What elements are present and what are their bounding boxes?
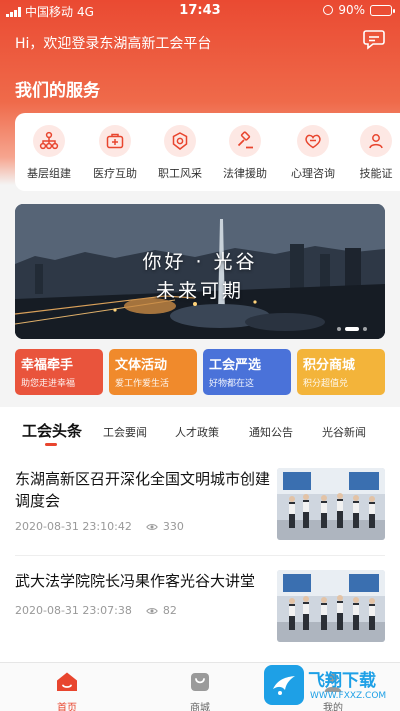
badge-icon — [172, 132, 188, 150]
news-thumbnail — [277, 468, 385, 540]
chat-bubble-icon[interactable] — [362, 28, 386, 50]
card-title: 工会严选 — [209, 358, 262, 373]
battery-icon — [370, 4, 395, 16]
card-union-picks[interactable]: 工会严选 好物都在这 — [203, 349, 291, 395]
bird-logo-icon — [273, 676, 295, 695]
tab-talent-policy[interactable]: 人才政策 — [175, 424, 219, 440]
card-title: 积分商城 — [303, 358, 356, 373]
news-meta: 2020-08-31 23:10:42 330 — [15, 520, 184, 533]
news-item[interactable]: 东湖高新区召开深化全国文明城市创建调度会 2020-08-31 23:10:42… — [15, 468, 385, 546]
news-thumbnail — [277, 570, 385, 642]
news-divider — [15, 555, 385, 556]
rotation-lock-icon — [323, 5, 334, 15]
nav-shop[interactable]: 商城 — [165, 671, 235, 711]
card-sports-activity[interactable]: 文体活动 爱工作爱生活 — [109, 349, 197, 395]
heart-icon — [305, 134, 321, 149]
feature-cards: 幸福牵手 助您走进幸福 文体活动 爱工作爱生活 工会严选 好物都在这 积分商城 … — [15, 349, 385, 395]
tab-optics-valley-news[interactable]: 光谷新闻 — [322, 424, 366, 440]
banner-line1: 你好 · 光谷 — [142, 251, 258, 273]
carousel-indicator — [337, 327, 367, 331]
services-title: 我们的服务 — [15, 81, 100, 101]
service-label: 心理咨询 — [291, 167, 335, 180]
carousel-dot[interactable] — [337, 327, 341, 331]
shop-bag-icon — [191, 673, 209, 691]
watermark: 飞翔下载 WWW.FXXZ.COM — [264, 662, 392, 711]
card-subtitle: 积分超值兑 — [303, 379, 349, 389]
welcome-text: Hi，欢迎登录东湖高新工会平台 — [15, 36, 212, 52]
news-tabs: 工会头条 工会要闻 人才政策 通知公告 光谷新闻 — [0, 420, 400, 448]
news-views: 82 — [162, 604, 177, 617]
service-counseling[interactable]: 心理咨询 — [281, 125, 345, 181]
news-meta: 2020-08-31 23:07:38 82 — [15, 604, 177, 617]
news-date: 2020-08-31 23:07:38 — [15, 604, 132, 617]
medical-kit-icon — [106, 133, 124, 149]
card-subtitle: 爱工作爱生活 — [115, 379, 170, 389]
card-title: 文体活动 — [115, 358, 168, 373]
status-bar: 中国移动 4G 17:43 90% — [0, 0, 400, 22]
nav-home[interactable]: 首页 — [32, 671, 102, 711]
card-happy-match[interactable]: 幸福牵手 助您走进幸福 — [15, 349, 103, 395]
news-title: 武大法学院院长冯果作客光谷大讲堂 — [15, 572, 256, 590]
service-label: 基层组建 — [27, 167, 71, 180]
org-tree-icon — [39, 131, 59, 150]
banner-carousel[interactable]: 你好 · 光谷 未来可期 — [15, 204, 385, 339]
service-label: 技能证 — [359, 167, 393, 180]
service-staff-style[interactable]: 职工风采 — [148, 125, 212, 181]
service-org-building[interactable]: 基层组建 — [17, 125, 81, 181]
service-skill-cert[interactable]: 技能证 — [344, 125, 400, 181]
carousel-dot[interactable] — [363, 327, 367, 331]
service-label: 职工风采 — [158, 167, 202, 180]
watermark-url: WWW.FXXZ.COM — [310, 691, 387, 701]
card-subtitle: 助您走进幸福 — [21, 379, 76, 389]
watermark-brand: 飞翔下载 — [308, 671, 376, 691]
nav-label: 首页 — [57, 703, 77, 711]
service-label: 医疗互助 — [93, 167, 137, 180]
tab-union-headlines[interactable]: 工会头条 — [22, 420, 82, 441]
news-item[interactable]: 武大法学院院长冯果作客光谷大讲堂 2020-08-31 23:07:38 82 — [15, 570, 385, 648]
banner-line2: 未来可期 — [155, 280, 244, 302]
gavel-icon — [237, 131, 253, 149]
services-panel: 基层组建 医疗互助 职工风采 法律援助 心理咨询 技能证 — [15, 113, 400, 191]
service-legal-aid[interactable]: 法律援助 — [213, 125, 277, 181]
nav-label: 商城 — [190, 703, 210, 711]
service-medical[interactable]: 医疗互助 — [83, 125, 147, 181]
card-points-mall[interactable]: 积分商城 积分超值兑 — [297, 349, 385, 395]
watermark-logo — [264, 665, 304, 705]
news-title: 东湖高新区召开深化全国文明城市创建调度会 — [15, 470, 271, 510]
service-label: 法律援助 — [223, 167, 267, 180]
carousel-dot[interactable] — [345, 327, 359, 331]
card-title: 幸福牵手 — [21, 358, 74, 373]
person-icon — [369, 134, 383, 149]
active-tab-indicator — [45, 443, 57, 446]
eye-icon — [146, 523, 158, 530]
home-icon — [57, 672, 77, 691]
tab-notices[interactable]: 通知公告 — [249, 424, 293, 440]
news-views: 330 — [162, 520, 184, 533]
eye-icon — [146, 607, 158, 614]
news-date: 2020-08-31 23:10:42 — [15, 520, 132, 533]
tab-union-news[interactable]: 工会要闻 — [103, 424, 147, 440]
card-subtitle: 好物都在这 — [209, 379, 255, 389]
battery-percent: 90% — [338, 3, 365, 17]
